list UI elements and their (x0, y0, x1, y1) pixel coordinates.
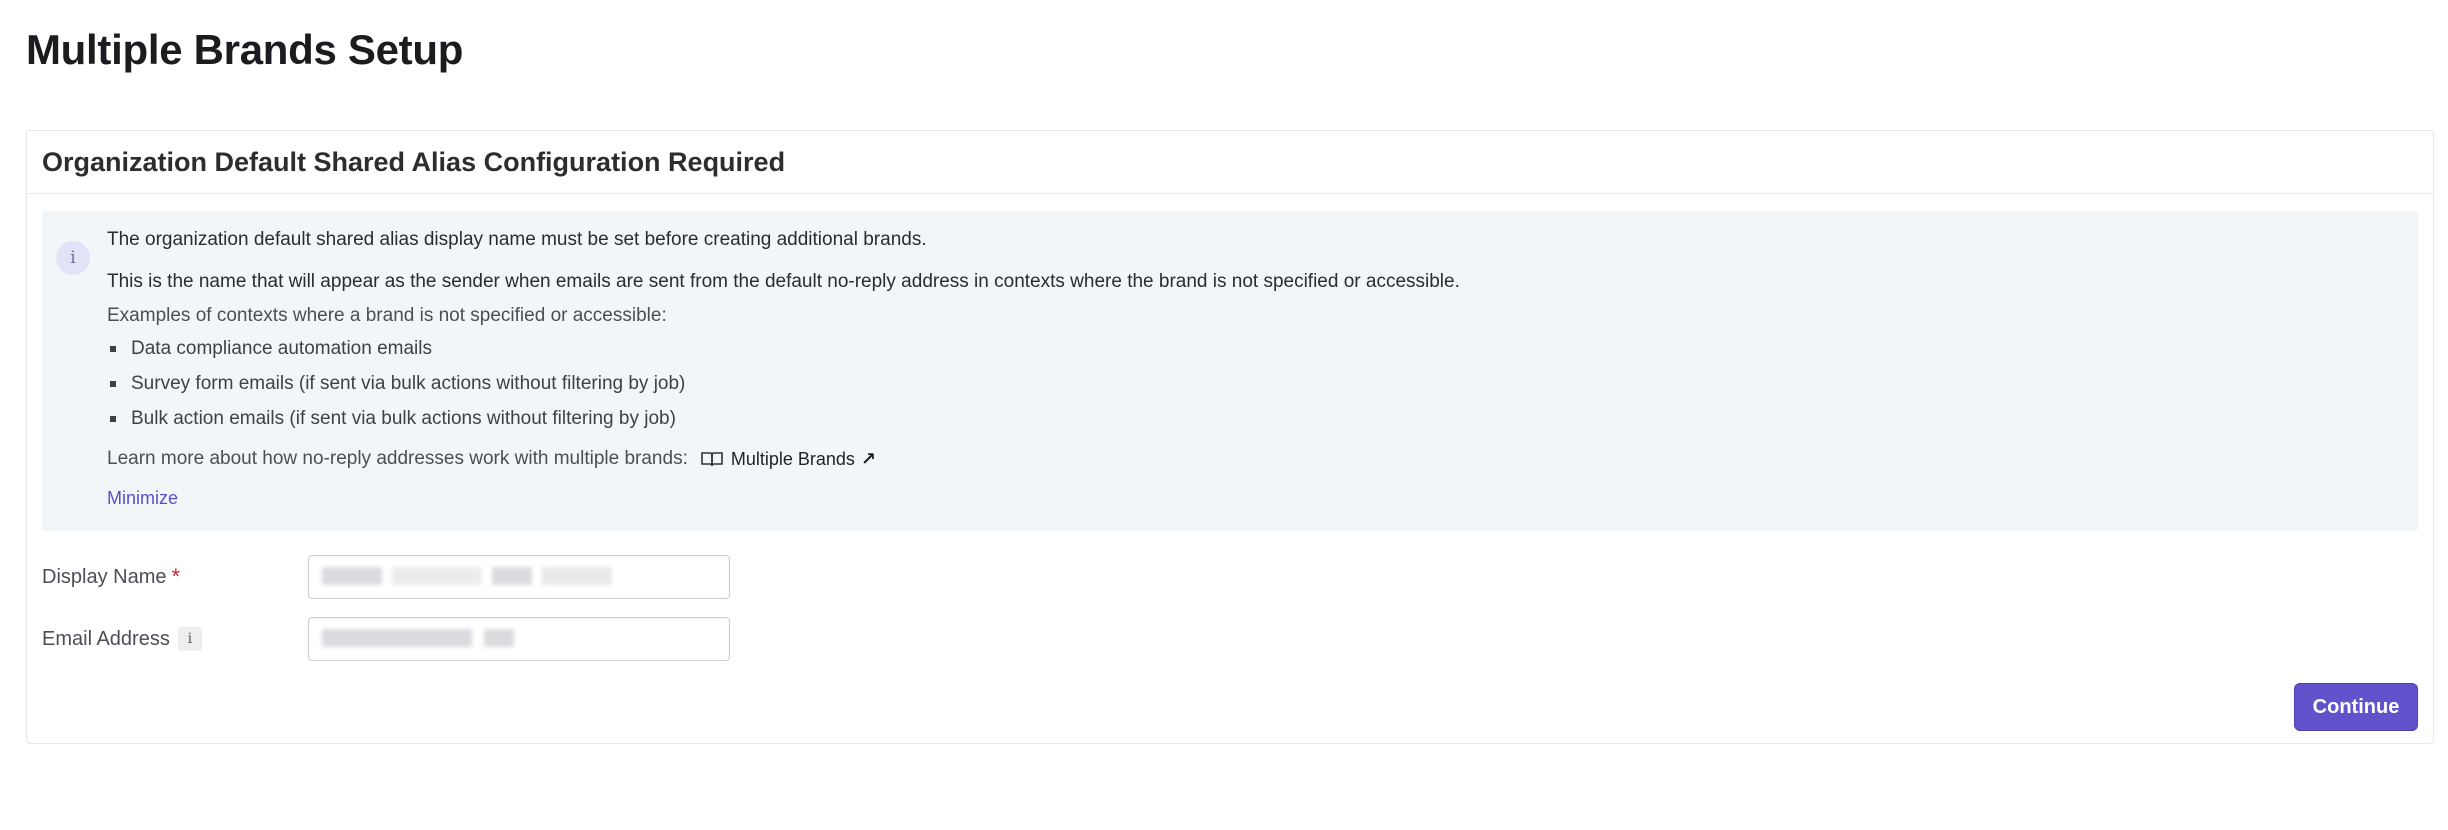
continue-button[interactable]: Continue (2294, 683, 2418, 731)
list-item: Bulk action emails (if sent via bulk act… (107, 401, 2398, 436)
page: Multiple Brands Setup Organization Defau… (0, 0, 2448, 830)
list-item: Data compliance automation emails (107, 331, 2398, 366)
card-title: Organization Default Shared Alias Config… (42, 146, 786, 177)
info-icon[interactable]: i (177, 627, 202, 651)
display-name-label: Display Name * (42, 564, 308, 590)
page-title: Multiple Brands Setup (26, 26, 464, 73)
multiple-brands-doc-link[interactable]: Multiple Brands ↗ (701, 449, 876, 470)
alias-config-card: Organization Default Shared Alias Config… (26, 130, 2434, 744)
book-icon (701, 452, 723, 467)
display-name-label-text: Display Name (42, 565, 167, 588)
learn-more-text: Learn more about how no-reply addresses … (107, 448, 688, 469)
external-link-icon: ↗ (860, 448, 877, 469)
examples-list: Data compliance automation emails Survey… (107, 331, 2398, 436)
required-mark: * (171, 564, 181, 589)
email-address-label: Email Address i (42, 627, 308, 651)
examples-heading: Examples of contexts where a brand is no… (107, 305, 667, 326)
info-banner: i The organization default shared alias … (42, 211, 2418, 531)
card-header: Organization Default Shared Alias Config… (27, 131, 2433, 194)
email-address-input[interactable] (308, 617, 730, 661)
display-name-input[interactable] (308, 555, 730, 599)
list-item: Survey form emails (if sent via bulk act… (107, 366, 2398, 401)
display-name-row: Display Name * (42, 555, 730, 599)
banner-line-2: This is the name that will appear as the… (107, 271, 1460, 292)
email-address-label-text: Email Address (42, 627, 170, 650)
learn-more-row: Learn more about how no-reply addresses … (107, 442, 2398, 476)
minimize-link[interactable]: Minimize (107, 488, 178, 509)
email-address-row: Email Address i (42, 617, 730, 661)
banner-line-1: The organization default shared alias di… (107, 229, 927, 250)
doc-link-label: Multiple Brands (730, 448, 855, 469)
banner-content: The organization default shared alias di… (107, 226, 2398, 510)
info-icon: i (56, 241, 90, 275)
